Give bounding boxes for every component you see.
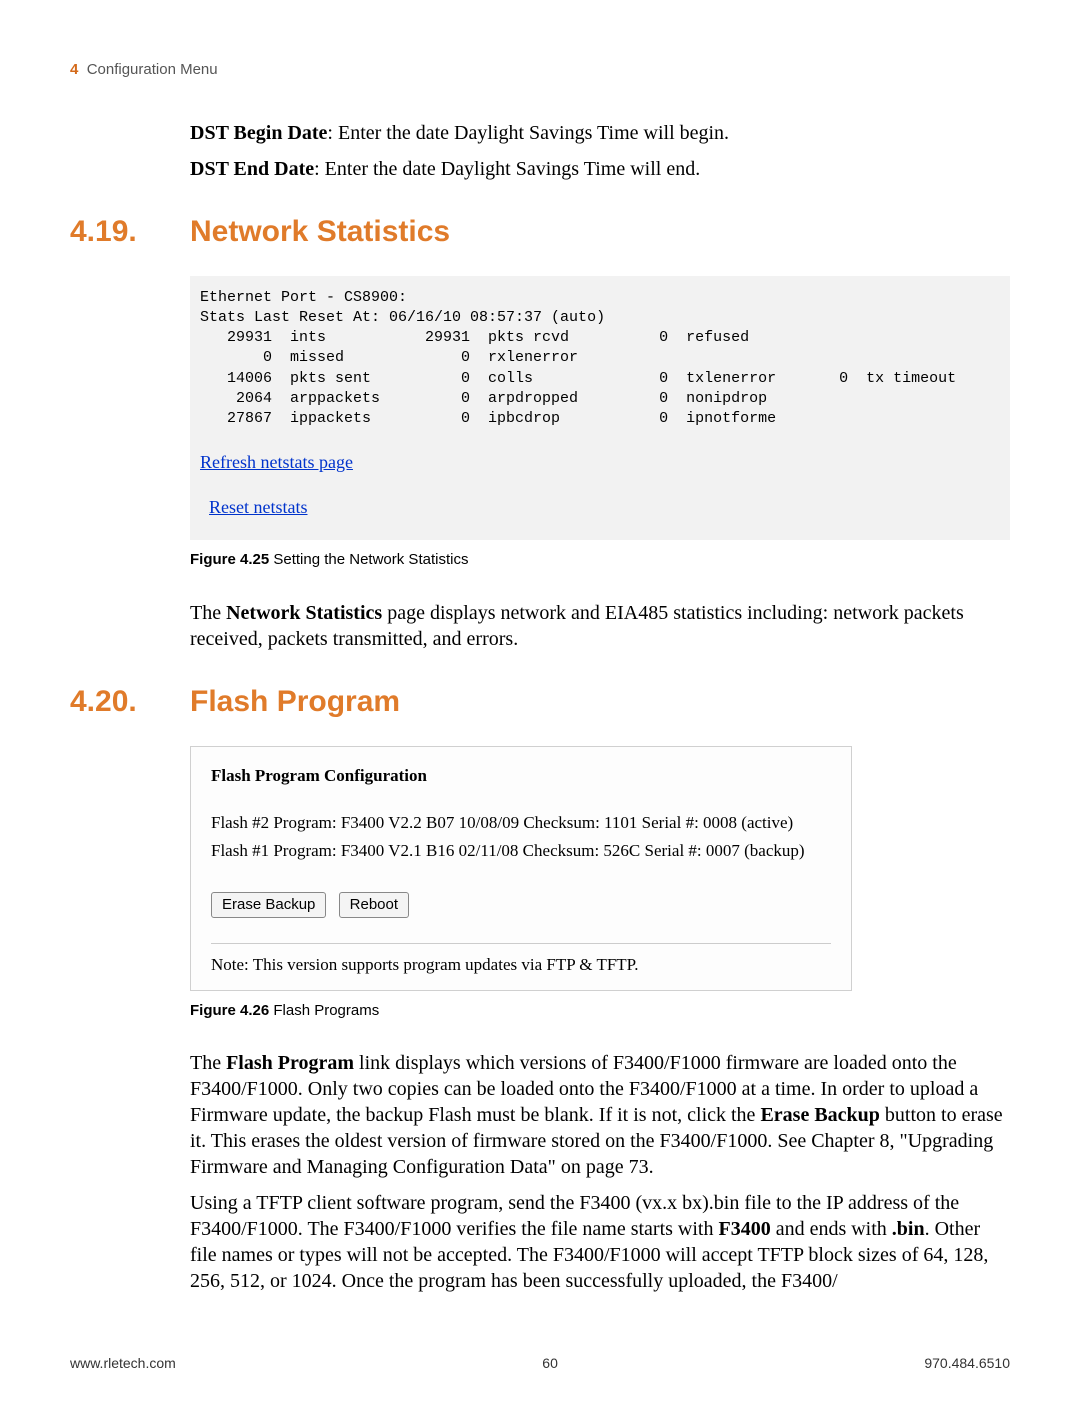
dst-block: DST Begin Date: Enter the date Daylight … xyxy=(190,120,1010,182)
erase-backup-button[interactable]: Erase Backup xyxy=(211,892,326,918)
flash-box-title: Flash Program Configuration xyxy=(211,765,831,787)
dst-end-label: DST End Date xyxy=(190,158,314,180)
figure-text: Setting the Network Statistics xyxy=(269,551,468,568)
section-number: 4.20. xyxy=(70,682,190,721)
refresh-netstats-link[interactable]: Refresh netstats page xyxy=(200,452,353,472)
figure-4-25-caption: Figure 4.25 Setting the Network Statisti… xyxy=(190,550,1010,570)
para-text: The xyxy=(190,1052,226,1074)
footer-page-number: 60 xyxy=(542,1354,558,1372)
para-bold: Network Statistics xyxy=(226,602,382,624)
flash-paragraph-2: Using a TFTP client software program, se… xyxy=(190,1190,1010,1294)
footer-phone: 970.484.6510 xyxy=(924,1354,1010,1372)
network-stats-paragraph: The Network Statistics page displays net… xyxy=(190,600,1010,652)
section-number: 4.19. xyxy=(70,212,190,251)
section-title: Flash Program xyxy=(190,682,400,721)
page-header: 4 Configuration Menu xyxy=(70,60,1010,80)
para-bold: F3400 xyxy=(718,1218,770,1240)
chapter-title: Configuration Menu xyxy=(87,61,218,78)
dst-end-text: : Enter the date Daylight Savings Time w… xyxy=(314,158,700,180)
figure-label: Figure 4.25 xyxy=(190,551,269,568)
figure-text: Flash Programs xyxy=(269,1002,379,1019)
dst-begin-text: : Enter the date Daylight Savings Time w… xyxy=(327,122,729,144)
figure-label: Figure 4.26 xyxy=(190,1002,269,1019)
reboot-button[interactable]: Reboot xyxy=(339,892,409,918)
figure-4-26-caption: Figure 4.26 Flash Programs xyxy=(190,1001,1010,1021)
flash-config-box: Flash Program Configuration Flash #2 Pro… xyxy=(190,746,852,991)
para-bold: Erase Backup xyxy=(760,1104,879,1126)
section-4-19-heading: 4.19. Network Statistics xyxy=(70,212,1010,251)
chapter-number: 4 xyxy=(70,61,78,78)
flash-program-block: Flash Program Configuration Flash #2 Pro… xyxy=(190,746,1010,1294)
para-bold: Flash Program xyxy=(226,1052,354,1074)
flash-2-line: Flash #2 Program: F3400 V2.2 B07 10/08/0… xyxy=(211,812,831,834)
dst-begin-label: DST Begin Date xyxy=(190,122,327,144)
divider xyxy=(211,943,831,944)
flash-paragraph-1: The Flash Program link displays which ve… xyxy=(190,1050,1010,1180)
network-stats-block: Ethernet Port - CS8900: Stats Last Reset… xyxy=(190,276,1010,652)
section-title: Network Statistics xyxy=(190,212,450,251)
reset-netstats-link[interactable]: Reset netstats xyxy=(209,497,307,517)
section-4-20-heading: 4.20. Flash Program xyxy=(70,682,1010,721)
page-footer: www.rletech.com 60 970.484.6510 xyxy=(70,1354,1010,1372)
footer-url: www.rletech.com xyxy=(70,1354,176,1372)
flash-note: Note: This version supports program upda… xyxy=(211,954,831,976)
para-bold: .bin xyxy=(892,1218,925,1240)
flash-1-line: Flash #1 Program: F3400 V2.1 B16 02/11/0… xyxy=(211,840,831,862)
netstats-output-box: Ethernet Port - CS8900: Stats Last Reset… xyxy=(190,276,1010,541)
para-text: and ends with xyxy=(771,1218,892,1240)
para-text: The xyxy=(190,602,226,624)
netstats-text: Ethernet Port - CS8900: Stats Last Reset… xyxy=(200,289,956,428)
